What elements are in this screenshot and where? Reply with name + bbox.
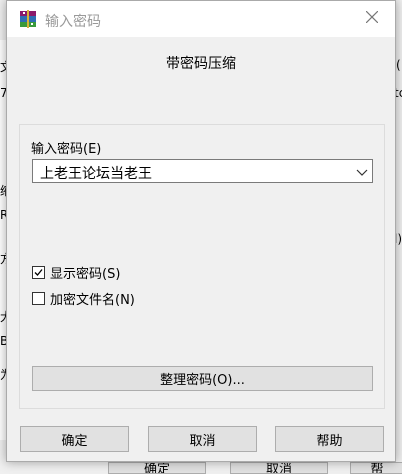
encrypt-filenames-label: 加密文件名(N): [50, 293, 135, 308]
winrar-icon: [19, 10, 37, 28]
password-dialog: 输入密码 带密码压缩 输入密码(E) 上老王论坛当老王 显示密码(S) 加密文件…: [6, 0, 396, 462]
dialog-heading: 带密码压缩: [166, 56, 236, 72]
password-input[interactable]: 上老王论坛当老王: [40, 163, 152, 183]
chevron-down-icon[interactable]: [356, 167, 368, 177]
encrypt-filenames-option[interactable]: 加密文件名(N): [32, 289, 135, 308]
password-combobox[interactable]: 上老王论坛当老王: [32, 159, 373, 183]
background-help-button: 帮: [350, 462, 402, 474]
show-password-checkbox[interactable]: [32, 266, 45, 279]
help-button[interactable]: 帮助: [275, 426, 384, 452]
show-password-option[interactable]: 显示密码(S): [32, 263, 120, 282]
background-cancel-button: 取消: [230, 462, 328, 474]
cancel-button[interactable]: 取消: [148, 426, 257, 452]
organize-passwords-button[interactable]: 整理密码(O)...: [32, 366, 373, 391]
background-label: (: [396, 58, 401, 72]
show-password-label: 显示密码(S): [50, 267, 121, 282]
ok-button[interactable]: 确定: [20, 426, 129, 452]
window-title: 输入密码: [45, 14, 101, 30]
title-bar: 输入密码: [7, 1, 395, 37]
encrypt-filenames-checkbox[interactable]: [32, 292, 45, 305]
checkmark-icon: [34, 269, 43, 276]
background-ok-button: 确定: [108, 462, 206, 474]
password-label: 输入密码(E): [31, 142, 102, 157]
close-icon: [365, 10, 379, 27]
close-button[interactable]: [349, 1, 395, 37]
